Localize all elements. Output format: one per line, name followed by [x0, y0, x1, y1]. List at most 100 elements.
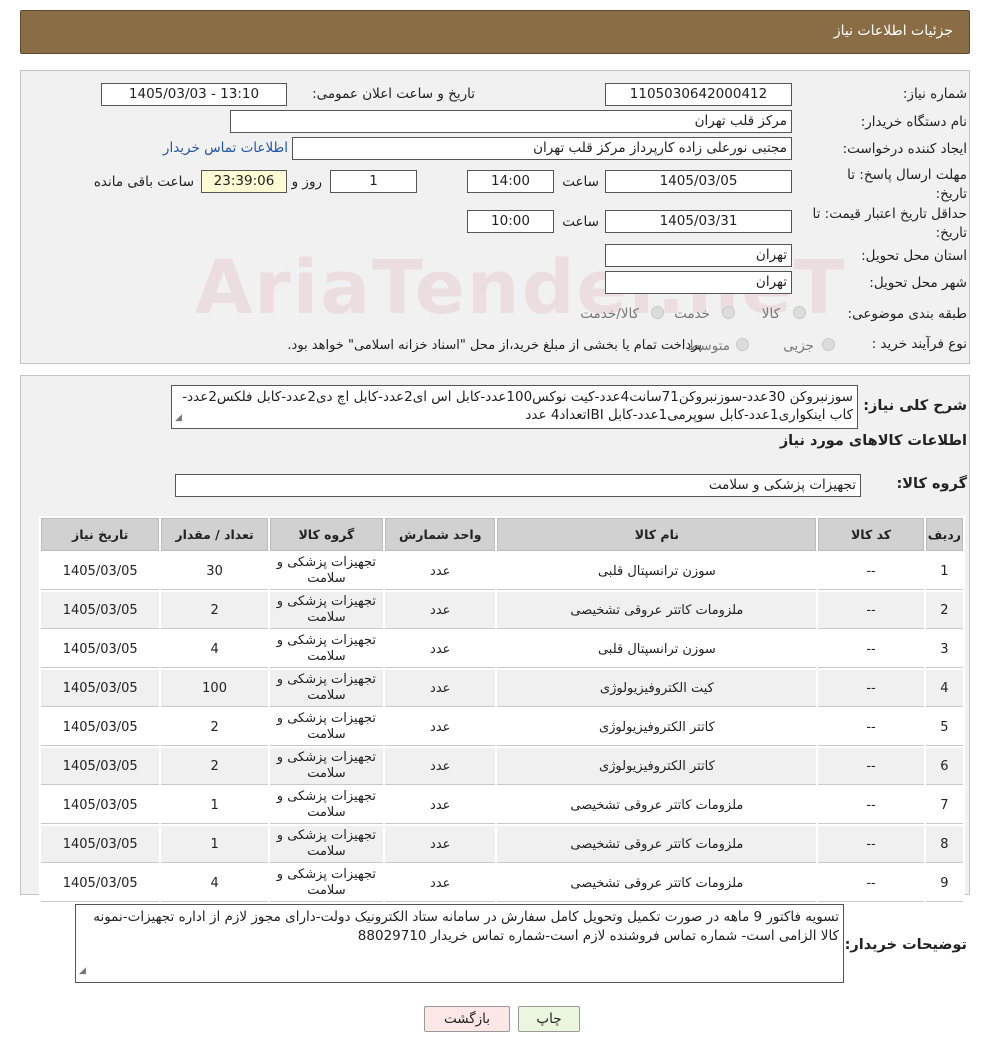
cell-unit: عدد [385, 865, 496, 902]
city-field[interactable]: تهران [605, 271, 792, 294]
process-medium-radio[interactable] [736, 338, 749, 351]
table-row: 3 -- سوزن ترانسپتال قلبی عدد تجهیزات پزشکی و… [41, 631, 963, 668]
cell-name: کاتتر الکتروفیزیولوژی [497, 709, 817, 746]
cell-qty: 4 [161, 631, 268, 668]
cell-qty: 1 [161, 787, 268, 824]
province-field[interactable]: تهران [605, 244, 792, 267]
buyer-notes-text: تسویه فاکتور 9 ماهه در صورت تکمیل وتحویل… [93, 909, 839, 944]
validity-time-field[interactable]: 10:00 [467, 210, 554, 233]
buyer-notes-textarea[interactable]: تسویه فاکتور 9 ماهه در صورت تکمیل وتحویل… [75, 904, 844, 983]
resize-grip-icon[interactable]: ◢ [79, 962, 86, 981]
need-number-field[interactable]: 1105030642000412 [605, 83, 792, 106]
col-group: گروه کالا [269, 518, 384, 551]
cell-name: سوزن ترانسپتال قلبی [497, 631, 817, 668]
validity-label-line1: حداقل تاریخ اعتبار قیمت: تا [812, 206, 967, 222]
category-goods-radio[interactable] [793, 306, 806, 319]
cell-code: -- [818, 553, 924, 590]
table-row: 4 -- کیت الکتروفیزیولوژی عدد تجهیزات پزشکی و… [41, 670, 963, 707]
buyer-contact-link[interactable]: اطلاعات تماس خریدار [163, 140, 288, 156]
table-row: 8 -- ملزومات کاتتر عروقی تشخیصی عدد تجهیزات … [41, 826, 963, 863]
buyer-org-label: نام دستگاه خریدار: [860, 114, 967, 130]
buyer-notes-label: توضیحات خریدار: [844, 937, 967, 953]
cell-qty: 4 [161, 865, 268, 902]
cell-qty: 1 [161, 826, 268, 863]
cell-name: سوزن ترانسپتال قلبی [497, 553, 817, 590]
category-goods-service-label: کالا/خدمت [580, 306, 639, 322]
cell-code: -- [818, 631, 924, 668]
process-partial-label: جزیی [783, 338, 814, 354]
category-service-label: خدمت [674, 306, 710, 322]
cell-group: تجهیزات پزشکی و سلامت [269, 553, 384, 590]
cell-row: 2 [925, 592, 963, 629]
cell-name: کیت الکتروفیزیولوژی [497, 670, 817, 707]
cell-qty: 30 [161, 553, 268, 590]
cell-name: کاتتر الکتروفیزیولوژی [497, 748, 817, 785]
days-label: روز و [291, 174, 322, 190]
description-textarea[interactable]: سوزنبروکن 30عدد-سوزنبروکن71سانت4عدد-کیت … [171, 385, 858, 429]
deadline-label-line1: مهلت ارسال پاسخ: تا [847, 167, 967, 183]
creator-field[interactable]: مجتبی نورعلی زاده کارپرداز مرکز قلب تهرا… [292, 137, 792, 160]
cell-unit: عدد [385, 670, 496, 707]
buyer-org-field[interactable]: مرکز قلب تهران [230, 110, 792, 133]
cell-name: ملزومات کاتتر عروقی تشخیصی [497, 592, 817, 629]
cell-group: تجهیزات پزشکی و سلامت [269, 826, 384, 863]
cell-qty: 100 [161, 670, 268, 707]
deadline-date-field[interactable]: 1405/03/05 [605, 170, 792, 193]
goods-table-header: ردیف کد کالا نام کالا واحد شمارش گروه کا… [41, 518, 963, 551]
province-label: استان محل تحویل: [861, 248, 967, 264]
cell-group: تجهیزات پزشکی و سلامت [269, 592, 384, 629]
remaining-time-field: 23:39:06 [201, 170, 287, 193]
table-row: 5 -- کاتتر الکتروفیزیولوژی عدد تجهیزات پزشکی… [41, 709, 963, 746]
cell-unit: عدد [385, 787, 496, 824]
cell-unit: عدد [385, 826, 496, 863]
days-remaining-field[interactable]: 1 [330, 170, 417, 193]
cell-code: -- [818, 592, 924, 629]
table-row: 7 -- ملزومات کاتتر عروقی تشخیصی عدد تجهیزات … [41, 787, 963, 824]
back-button[interactable]: بازگشت [424, 1006, 510, 1032]
cell-code: -- [818, 865, 924, 902]
announce-datetime-field[interactable]: 1405/03/03 - 13:10 [101, 83, 287, 106]
cell-row: 7 [925, 787, 963, 824]
cell-date: 1405/03/05 [41, 553, 160, 590]
cell-code: -- [818, 826, 924, 863]
cell-group: تجهیزات پزشکی و سلامت [269, 670, 384, 707]
goods-group-label: گروه کالا: [896, 476, 967, 492]
cell-row: 5 [925, 709, 963, 746]
cell-code: -- [818, 709, 924, 746]
cell-date: 1405/03/05 [41, 592, 160, 629]
cell-date: 1405/03/05 [41, 631, 160, 668]
treasury-payment-note: پرداخت تمام یا بخشی از مبلغ خرید،از محل … [287, 338, 702, 353]
cell-group: تجهیزات پزشکی و سلامت [269, 748, 384, 785]
col-code: کد کالا [818, 518, 924, 551]
col-row: ردیف [925, 518, 963, 551]
process-partial-radio[interactable] [822, 338, 835, 351]
deadline-label: مهلت ارسال پاسخ: تا تاریخ: [847, 166, 967, 204]
category-goods-service-radio[interactable] [651, 306, 664, 319]
cell-unit: عدد [385, 748, 496, 785]
cell-unit: عدد [385, 631, 496, 668]
goods-group-field[interactable]: تجهیزات پزشکی و سلامت [175, 474, 861, 497]
goods-table: ردیف کد کالا نام کالا واحد شمارش گروه کا… [39, 516, 965, 904]
print-button[interactable]: چاپ [518, 1006, 580, 1032]
cell-date: 1405/03/05 [41, 748, 160, 785]
col-name: نام کالا [497, 518, 817, 551]
col-qty: تعداد / مقدار [161, 518, 268, 551]
cell-group: تجهیزات پزشکی و سلامت [269, 709, 384, 746]
cell-row: 6 [925, 748, 963, 785]
table-row: 9 -- ملزومات کاتتر عروقی تشخیصی عدد تجهیزات … [41, 865, 963, 902]
col-unit: واحد شمارش [385, 518, 496, 551]
category-service-radio[interactable] [722, 306, 735, 319]
page-header: جزئیات اطلاعات نیاز [20, 10, 970, 54]
resize-grip-icon[interactable]: ◢ [175, 409, 182, 427]
cell-date: 1405/03/05 [41, 826, 160, 863]
cell-date: 1405/03/05 [41, 865, 160, 902]
description-label: شرح کلی نیاز: [863, 398, 967, 414]
cell-name: ملزومات کاتتر عروقی تشخیصی [497, 787, 817, 824]
category-label: طبقه بندی موضوعی: [847, 306, 967, 322]
cell-date: 1405/03/05 [41, 670, 160, 707]
cell-row: 1 [925, 553, 963, 590]
deadline-time-field[interactable]: 14:00 [467, 170, 554, 193]
cell-qty: 2 [161, 592, 268, 629]
validity-date-field[interactable]: 1405/03/31 [605, 210, 792, 233]
cell-row: 4 [925, 670, 963, 707]
